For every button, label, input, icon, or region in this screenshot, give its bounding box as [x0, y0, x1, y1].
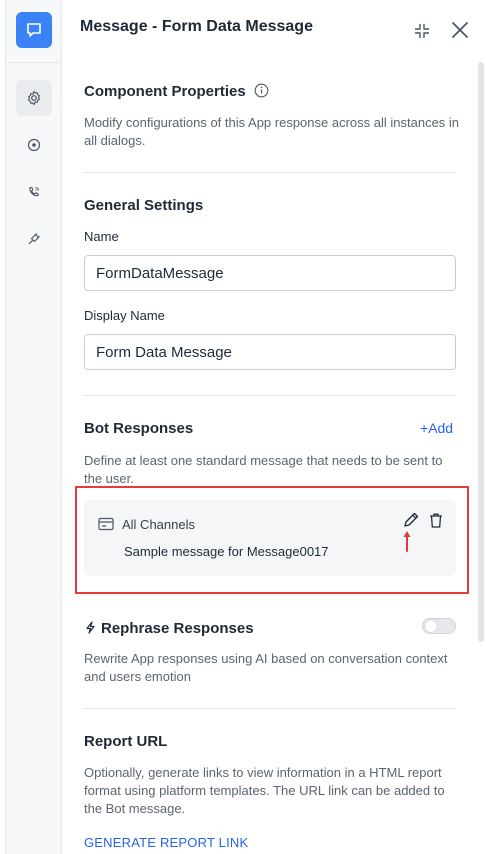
section-divider — [84, 395, 456, 396]
panel-header: Message - Form Data Message — [62, 0, 486, 62]
name-label: Name — [84, 229, 119, 244]
target-icon[interactable] — [16, 127, 52, 163]
info-icon[interactable] — [254, 83, 269, 102]
general-settings-title: General Settings — [84, 197, 204, 214]
report-url-title: Report URL — [84, 733, 168, 750]
rephrase-toggle[interactable] — [422, 618, 456, 634]
bot-responses-title: Bot Responses — [84, 420, 194, 437]
scrollbar[interactable] — [478, 62, 484, 642]
name-value: FormDataMessage — [96, 264, 224, 282]
rail-divider — [6, 62, 62, 63]
collapse-icon[interactable] — [412, 21, 432, 41]
section-divider — [84, 708, 456, 709]
add-label: Add — [428, 420, 454, 436]
phone-voice-icon[interactable] — [16, 174, 52, 210]
side-rail — [6, 0, 62, 854]
panel-content: Component Properties Modify configuratio… — [62, 62, 482, 854]
display-name-value: Form Data Message — [96, 343, 232, 361]
toggle-knob — [425, 620, 437, 632]
plus-icon: + — [420, 420, 429, 436]
bot-responses-description: Define at least one standard message tha… — [84, 453, 443, 486]
highlight-box — [75, 486, 469, 594]
message-icon[interactable] — [16, 12, 52, 48]
panel-title: Message - Form Data Message — [80, 18, 313, 35]
rephrase-description: Rewrite App responses using AI based on … — [84, 651, 448, 684]
component-properties-title: Component Properties — [84, 83, 269, 102]
rephrase-title: Rephrase Responses — [84, 620, 254, 638]
display-name-label: Display Name — [84, 308, 165, 323]
section-divider — [84, 172, 456, 173]
gear-icon[interactable] — [16, 80, 52, 116]
close-icon[interactable] — [449, 19, 471, 41]
display-name-input[interactable]: Form Data Message — [84, 334, 456, 370]
component-properties-description: Modify configurations of this App respon… — [84, 115, 460, 148]
report-url-description: Optionally, generate links to view infor… — [84, 765, 445, 816]
name-input[interactable]: FormDataMessage — [84, 255, 456, 291]
add-response-button[interactable]: +Add — [420, 420, 453, 436]
sparkle-icon — [84, 621, 97, 638]
plug-icon[interactable] — [16, 221, 52, 257]
generate-report-link[interactable]: GENERATE REPORT LINK — [84, 835, 248, 850]
